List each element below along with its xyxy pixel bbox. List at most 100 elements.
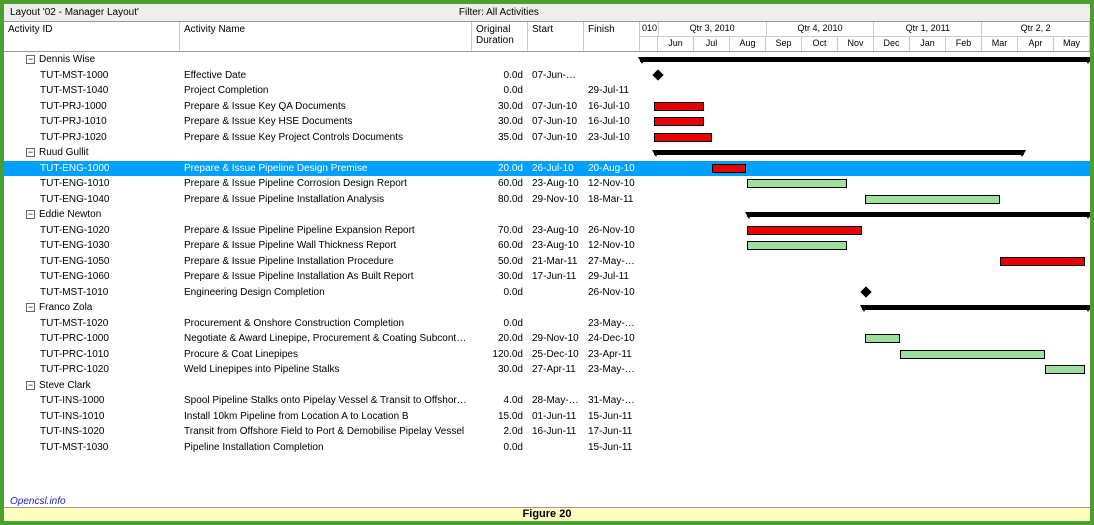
activity-row[interactable]: TUT-ENG-1010Prepare & Issue Pipeline Cor… [4,176,1090,192]
summary-bar[interactable] [654,150,1024,155]
cell-activity-id: TUT-PRJ-1000 [4,101,180,112]
activity-row[interactable]: TUT-PRC-1000Negotiate & Award Linepipe, … [4,331,1090,347]
gantt-cell [640,238,1090,254]
cell-start: 27-Apr-11 [528,364,584,375]
cell-start: 25-Dec-10 [528,349,584,360]
watermark: Opencsl.info [10,496,66,507]
layout-header: Layout '02 - Manager Layout' Filter: All… [4,4,1090,22]
activity-row[interactable]: TUT-MST-1020Procurement & Onshore Constr… [4,316,1090,332]
summary-bar[interactable] [747,212,1090,217]
activity-row[interactable]: TUT-INS-1000Spool Pipeline Stalks onto P… [4,393,1090,409]
cell-activity-id: TUT-MST-1030 [4,442,180,453]
gantt-cell [640,114,1090,130]
cell-finish: 15-Jun-11 [584,411,640,422]
cell-start: 28-May-11 [528,395,584,406]
timeline-month: May [1054,37,1090,51]
cell-finish: 16-Jul-10 [584,116,640,127]
cell-activity-name: Prepare & Issue Pipeline Installation Pr… [180,256,472,267]
gantt-cell [640,99,1090,115]
activity-row[interactable]: TUT-ENG-1000Prepare & Issue Pipeline Des… [4,161,1090,177]
cell-activity-id: TUT-MST-1010 [4,287,180,298]
cell-activity-name: Prepare & Issue Pipeline Design Premise [180,163,472,174]
gantt-cell [640,176,1090,192]
group-row[interactable]: −Steve Clark [4,378,1090,394]
activity-row[interactable]: TUT-MST-1010Engineering Design Completio… [4,285,1090,301]
column-headers: Activity ID Activity Name Original Durat… [4,22,1090,52]
gantt-bar[interactable] [712,164,746,173]
timeline-quarter: Qtr 3, 2010 [659,22,767,36]
gantt-bar[interactable] [865,195,1000,204]
collapse-icon[interactable]: − [26,381,35,390]
activity-row[interactable]: TUT-PRJ-1000Prepare & Issue Key QA Docum… [4,99,1090,115]
summary-bar[interactable] [862,305,1090,310]
gantt-bar[interactable] [747,179,847,188]
cell-activity-name: Weld Linepipes into Pipeline Stalks [180,364,472,375]
group-row[interactable]: −Dennis Wise [4,52,1090,68]
activity-row[interactable]: TUT-PRC-1010Procure & Coat Linepipes120.… [4,347,1090,363]
col-header-start[interactable]: Start [528,22,584,51]
milestone-marker[interactable] [652,69,663,80]
gantt-bar[interactable] [747,241,847,250]
milestone-marker[interactable] [860,286,871,297]
activity-row[interactable]: TUT-MST-1040Project Completion0.0d29-Jul… [4,83,1090,99]
activity-row[interactable]: TUT-PRJ-1020Prepare & Issue Key Project … [4,130,1090,146]
cell-finish: 12-Nov-10 [584,240,640,251]
gantt-cell [640,393,1090,409]
activity-row[interactable]: TUT-MST-1030Pipeline Installation Comple… [4,440,1090,456]
cell-activity-name: Prepare & Issue Pipeline Corrosion Desig… [180,178,472,189]
activity-row[interactable]: TUT-INS-1020Transit from Offshore Field … [4,424,1090,440]
activity-row[interactable]: TUT-INS-1010Install 10km Pipeline from L… [4,409,1090,425]
cell-activity-id: TUT-PRC-1010 [4,349,180,360]
cell-duration: 60.0d [472,240,528,251]
group-row[interactable]: −Ruud Gullit [4,145,1090,161]
activity-row[interactable]: TUT-MST-1000Effective Date0.0d07-Jun-10* [4,68,1090,84]
col-header-activity-id[interactable]: Activity ID [4,22,180,51]
gantt-cell [640,223,1090,239]
activity-row[interactable]: TUT-ENG-1030Prepare & Issue Pipeline Wal… [4,238,1090,254]
activity-row[interactable]: TUT-ENG-1050Prepare & Issue Pipeline Ins… [4,254,1090,270]
cell-start: 21-Mar-11 [528,256,584,267]
cell-activity-name: Procure & Coat Linepipes [180,349,472,360]
gantt-bar[interactable] [654,102,704,111]
collapse-icon[interactable]: − [26,210,35,219]
gantt-bar[interactable] [900,350,1045,359]
cell-duration: 50.0d [472,256,528,267]
group-name: Dennis Wise [39,54,95,65]
gantt-bar[interactable] [654,133,712,142]
cell-duration: 80.0d [472,194,528,205]
activity-row[interactable]: TUT-ENG-1020Prepare & Issue Pipeline Pip… [4,223,1090,239]
gantt-bar[interactable] [654,117,704,126]
activity-row[interactable]: TUT-PRC-1020Weld Linepipes into Pipeline… [4,362,1090,378]
col-header-activity-name[interactable]: Activity Name [180,22,472,51]
cell-activity-id: TUT-PRC-1000 [4,333,180,344]
gantt-bar[interactable] [1000,257,1085,266]
summary-bar[interactable] [640,57,1090,62]
col-header-finish[interactable]: Finish [584,22,640,51]
gantt-cell [640,52,1090,68]
activity-row[interactable]: TUT-ENG-1040Prepare & Issue Pipeline Ins… [4,192,1090,208]
layout-name: Layout '02 - Manager Layout' [10,7,139,18]
cell-duration: 30.0d [472,101,528,112]
cell-start: 23-Aug-10 [528,178,584,189]
group-row[interactable]: −Franco Zola [4,300,1090,316]
group-row[interactable]: −Eddie Newton [4,207,1090,223]
cell-finish: 12-Nov-10 [584,178,640,189]
gantt-bar[interactable] [1045,365,1085,374]
timeline-month: Jul [694,37,730,51]
activity-row[interactable]: TUT-PRJ-1010Prepare & Issue Key HSE Docu… [4,114,1090,130]
timeline-quarter: Qtr 2, 2 [982,22,1090,36]
collapse-icon[interactable]: − [26,55,35,64]
collapse-icon[interactable]: − [26,148,35,157]
cell-activity-id: TUT-ENG-1030 [4,240,180,251]
gantt-cell [640,130,1090,146]
activity-row[interactable]: TUT-ENG-1060Prepare & Issue Pipeline Ins… [4,269,1090,285]
activity-grid[interactable]: −Dennis WiseTUT-MST-1000Effective Date0.… [4,52,1090,455]
timeline-month: Nov [838,37,874,51]
gantt-bar[interactable] [747,226,862,235]
gantt-cell [640,424,1090,440]
col-header-duration[interactable]: Original Duration [472,22,528,51]
cell-finish: 26-Nov-10 [584,287,640,298]
gantt-bar[interactable] [865,334,900,343]
cell-finish: 23-May-11 [584,364,640,375]
collapse-icon[interactable]: − [26,303,35,312]
